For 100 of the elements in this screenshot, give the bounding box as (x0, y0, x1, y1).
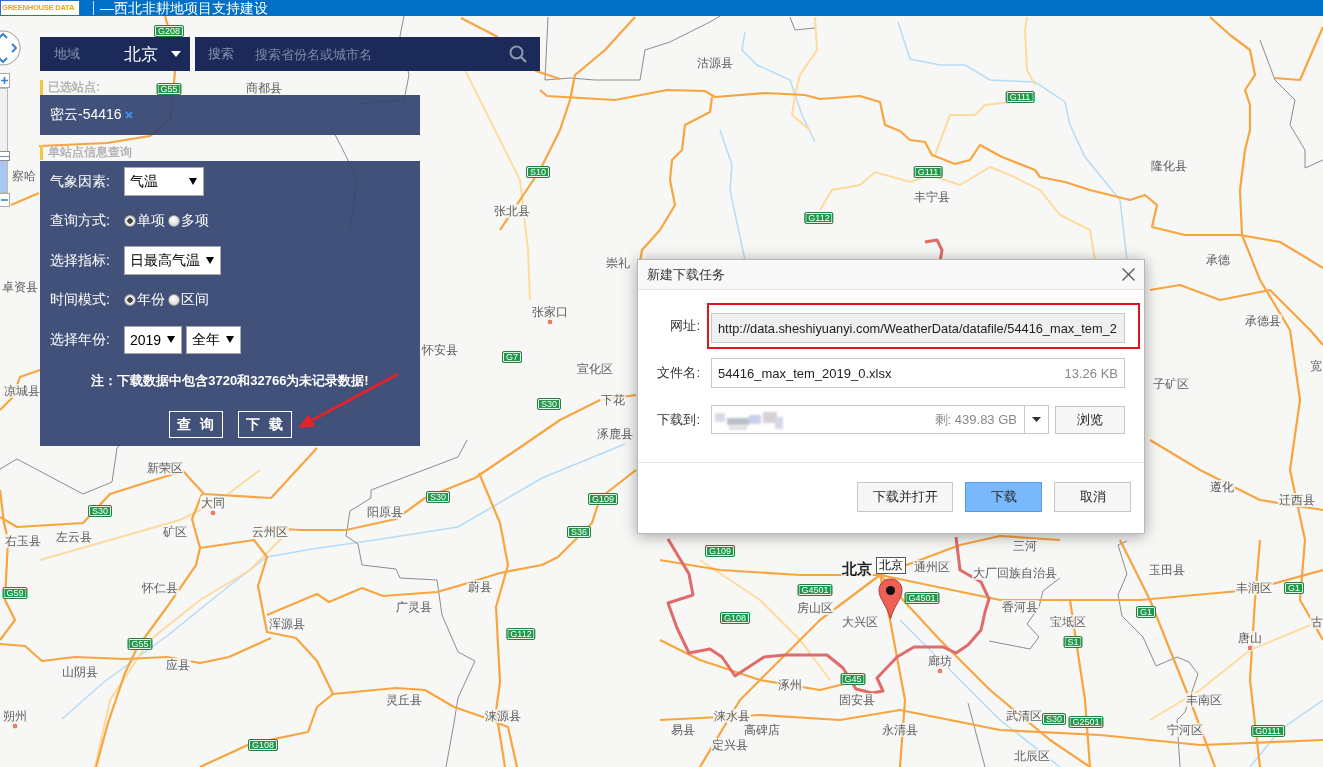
place-label: 宝坻区 (1049, 615, 1087, 629)
place-label: 永清县 (881, 723, 919, 737)
radio-label[interactable]: 多项 (181, 212, 209, 230)
place-label: 山阴县 (61, 665, 99, 679)
place-label: 阳原县 (366, 505, 404, 519)
zoom-slider[interactable] (0, 88, 8, 193)
station-tag: 密云-54416 (50, 106, 122, 124)
dialog-button[interactable]: 下载 (965, 482, 1042, 512)
pan-control[interactable] (0, 29, 21, 67)
city-dot-icon (209, 509, 217, 517)
plus-icon (1, 77, 8, 84)
place-label: 三河 (1012, 539, 1038, 553)
radio-label[interactable]: 单项 (137, 212, 165, 230)
place-label: 子矿区 (1152, 377, 1190, 391)
road-sign: G109 (588, 493, 618, 505)
place-label: 武清区 (1005, 709, 1043, 723)
panel-button[interactable]: 下 载 (237, 411, 292, 438)
road-sign: S30 (1042, 713, 1066, 725)
caret-icon (1032, 417, 1041, 422)
place-label: 涞源县 (484, 709, 522, 723)
place-label: 右玉县 (4, 534, 42, 548)
city-dot-icon (936, 667, 944, 675)
place-label: 香河县 (1001, 600, 1039, 614)
radio-button[interactable] (168, 215, 180, 227)
dialog-button[interactable]: 取消 (1054, 482, 1131, 512)
place-label: 北辰区 (1013, 749, 1051, 763)
road-sign: G112 (804, 212, 834, 224)
place-label: 张北县 (493, 204, 531, 218)
place-label: 应县 (165, 658, 191, 672)
browse-button[interactable]: 浏览 (1055, 405, 1125, 434)
caret-icon (189, 178, 197, 185)
zoom-out-button[interactable] (0, 193, 10, 207)
marker-label: 北京 (876, 557, 906, 574)
place-label: 涿州 (777, 678, 803, 692)
dialog-button[interactable]: 下载并打开 (857, 482, 953, 512)
site-title: —西北非耕地项目支持建设 (100, 0, 268, 16)
search-field[interactable]: 搜索 搜索省份名或城市名 (195, 37, 540, 71)
place-label: 宽 (1309, 359, 1323, 373)
field-label: 选择指标: (50, 251, 111, 270)
caret-icon (206, 257, 214, 264)
region-select[interactable]: 地域 北京 (40, 37, 190, 71)
radio-label[interactable]: 区间 (181, 291, 209, 309)
url-field[interactable]: http://data.sheshiyuanyi.com/WeatherData/datafile/54416_max_tem_2 (711, 313, 1125, 343)
map-pin-icon[interactable] (878, 578, 903, 620)
filename-field[interactable]: 54416_max_tem_2019_0.xlsx 13.26 KB (711, 358, 1125, 388)
road-sign: G1 (1136, 606, 1156, 618)
road-sign: G108 (248, 739, 278, 751)
radio-label[interactable]: 年份 (137, 291, 165, 309)
zoom-slider-thumb[interactable] (0, 150, 10, 161)
place-label: 新荣区 (146, 461, 184, 475)
place-label: 怀仁县 (141, 581, 179, 595)
region-label: 地域 (54, 45, 81, 63)
place-label: 固安县 (838, 693, 876, 707)
place-label: 怀安县 (421, 343, 459, 357)
dropdown[interactable]: 2019 (124, 325, 183, 354)
file-size-text: 13.26 KB (1064, 365, 1118, 381)
city-dot-icon (11, 722, 19, 730)
place-label: 丰宁县 (913, 190, 951, 204)
folder-field[interactable]: 剩: 439.83 GB (711, 405, 1049, 434)
dropdown[interactable]: 日最高气温 (124, 246, 221, 275)
search-input[interactable]: 搜索省份名或城市名 (255, 44, 509, 64)
place-label: 张家口 (531, 305, 569, 319)
place-label: 易县 (670, 723, 696, 737)
road-sign: G1 (1284, 582, 1304, 594)
panel-button[interactable]: 查 询 (168, 411, 223, 438)
caret-icon (226, 336, 235, 343)
road-sign: G55 (127, 638, 153, 650)
road-sign: G55 (156, 83, 182, 95)
place-label: 廊坊 (927, 654, 953, 668)
radio-button[interactable] (124, 215, 136, 227)
search-icon[interactable] (509, 45, 527, 63)
place-label: 房山区 (796, 601, 834, 615)
close-icon[interactable] (1122, 268, 1135, 281)
field-label: 查询方式: (50, 212, 111, 230)
place-label: 浑源县 (268, 617, 306, 631)
road-sign: G7 (502, 351, 522, 363)
filename-text: 54416_max_tem_2019_0.xlsx (718, 365, 892, 381)
place-label: 下花 (600, 393, 626, 407)
minus-icon (1, 199, 8, 201)
field-label: 时间模式: (50, 291, 111, 309)
place-label: 卓资县 (1, 280, 39, 294)
radio-button[interactable] (168, 294, 180, 306)
field-label: 文件名: (656, 364, 700, 382)
place-label: 唐山 (1237, 631, 1263, 645)
radio-button[interactable] (124, 294, 136, 306)
city-dot-icon (1246, 644, 1254, 652)
place-label: 商都县 (245, 81, 283, 95)
road-sign: G208 (154, 25, 184, 37)
region-value: 北京 (122, 43, 159, 66)
road-sign: G108 (720, 612, 750, 624)
place-label: 古 (1310, 615, 1323, 629)
caret-icon (167, 336, 176, 343)
road-sign: G4501 (797, 584, 833, 596)
dropdown[interactable]: 全年 (186, 325, 242, 354)
road-sign: G112 (506, 628, 536, 640)
place-label: 定兴县 (711, 738, 749, 752)
dropdown[interactable]: 气温 (124, 167, 204, 196)
free-space-text: 剩: 439.83 GB (934, 410, 1017, 429)
zoom-in-button[interactable] (0, 73, 10, 88)
field-label: 气象因素: (50, 172, 111, 191)
